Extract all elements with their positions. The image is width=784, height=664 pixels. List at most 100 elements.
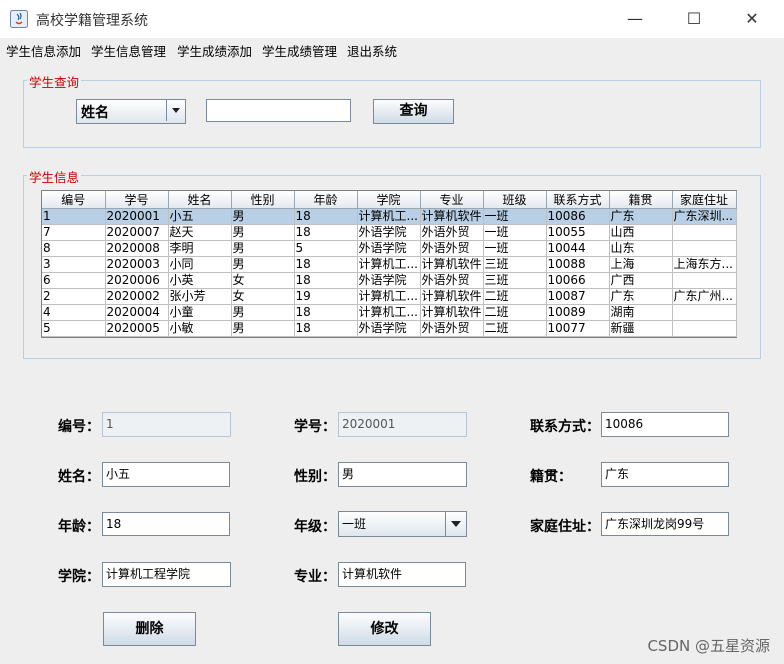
table-cell: 湖南: [609, 304, 673, 321]
table-cell: 外语外贸: [420, 240, 484, 257]
table-cell: 18: [294, 208, 358, 225]
title-bar: 高校学籍管理系统 — ☐ ✕: [0, 0, 784, 38]
menu-student-add[interactable]: 学生信息添加: [6, 41, 81, 60]
table-cell: 男: [231, 224, 295, 241]
column-header[interactable]: 编号: [42, 191, 106, 209]
native-label: 籍贯：: [530, 469, 572, 485]
table-row[interactable]: 4 2020004 小童男 18 计算机工... 计算机软件 二班 10089 湖南: [42, 304, 737, 321]
table-cell: 18: [294, 320, 358, 337]
close-button[interactable]: ✕: [729, 6, 775, 32]
grade-label: 年级：: [294, 519, 336, 535]
column-header[interactable]: 专业: [420, 191, 484, 209]
table-cell: 小英: [168, 272, 232, 289]
table-row[interactable]: 7 2020007 赵天男 18 外语学院 外语外贸 一班 10055 山西: [42, 224, 737, 241]
table-cell: 2020001: [105, 208, 169, 225]
table-cell: 山西: [609, 224, 673, 241]
table-cell: 小同: [168, 256, 232, 273]
column-header[interactable]: 家庭住址: [672, 191, 737, 209]
column-header[interactable]: 性别: [231, 191, 295, 209]
table-cell: 计算机工...: [357, 304, 421, 321]
table-cell: 小童: [168, 304, 232, 321]
age-field[interactable]: 18: [102, 512, 230, 536]
table-cell: 广东深圳...: [672, 208, 737, 225]
column-header[interactable]: 姓名: [168, 191, 232, 209]
table-cell: 小敏: [168, 320, 232, 337]
table-cell: 外语外贸: [420, 320, 484, 337]
table-cell: 2020002: [105, 288, 169, 305]
query-button[interactable]: 查询: [373, 99, 454, 124]
table-cell: 10044: [546, 240, 610, 257]
table-cell: 外语学院: [357, 224, 421, 241]
query-input[interactable]: [206, 99, 351, 122]
table-cell: 10077: [546, 320, 610, 337]
table-cell: 计算机工...: [357, 208, 421, 225]
grade-select[interactable]: 一班: [338, 511, 467, 537]
table-cell: 上海: [609, 256, 673, 273]
table-cell: 男: [231, 240, 295, 257]
table-cell: 男: [231, 320, 295, 337]
table-cell: [672, 304, 737, 321]
college-field[interactable]: 计算机工程学院: [102, 562, 231, 587]
table-cell: 三班: [483, 256, 547, 273]
table-cell: 计算机软件: [420, 256, 484, 273]
table-cell: 男: [231, 256, 295, 273]
column-header[interactable]: 年龄: [294, 191, 358, 209]
table-row[interactable]: 6 2020006 小英女 18 外语学院 外语外贸 三班 10066 广西: [42, 272, 737, 289]
menu-score-add[interactable]: 学生成绩添加: [177, 41, 252, 60]
major-field[interactable]: 计算机软件: [338, 562, 466, 587]
table-cell: 女: [231, 288, 295, 305]
table-row[interactable]: 5 2020005 小敏男 18 外语学院 外语外贸 二班 10077 新疆: [42, 320, 737, 337]
table-cell: 外语学院: [357, 240, 421, 257]
table-cell: 5: [42, 320, 106, 337]
menu-exit[interactable]: 退出系统: [347, 41, 397, 60]
name-label: 姓名：: [58, 469, 100, 485]
table-cell: 女: [231, 272, 295, 289]
table-row[interactable]: 3 2020003 小同男 18 计算机工... 计算机软件 三班 10088 上海 上海东方..…: [42, 256, 737, 273]
table-cell: 2020004: [105, 304, 169, 321]
column-header[interactable]: 籍贯: [609, 191, 673, 209]
sno-field[interactable]: 2020001: [338, 412, 467, 437]
phone-field[interactable]: 10086: [601, 412, 729, 437]
table-cell: 8: [42, 240, 106, 257]
table-cell: 一班: [483, 224, 547, 241]
menu-score-manage[interactable]: 学生成绩管理: [262, 41, 337, 60]
table-cell: 广东: [609, 208, 673, 225]
sno-label: 学号：: [294, 419, 336, 435]
maximize-button[interactable]: ☐: [671, 6, 717, 32]
column-header[interactable]: 联系方式: [546, 191, 610, 209]
table-cell: 计算机软件: [420, 288, 484, 305]
table-cell: 计算机工...: [357, 256, 421, 273]
table-cell: 广西: [609, 272, 673, 289]
menu-student-manage[interactable]: 学生信息管理: [91, 41, 166, 60]
query-legend: 学生查询: [27, 72, 82, 91]
table-cell: 二班: [483, 320, 547, 337]
name-field[interactable]: 小五: [102, 462, 230, 487]
grade-value: 一班: [342, 517, 367, 531]
table-cell: 1: [42, 208, 106, 225]
column-header[interactable]: 学院: [357, 191, 421, 209]
column-header[interactable]: 班级: [483, 191, 547, 209]
table-cell: 外语外贸: [420, 224, 484, 241]
table-cell: 广东: [609, 288, 673, 305]
table-row[interactable]: 2 2020002 张小芳女 19 计算机工... 计算机软件 二班 10087 广东 广东广州.…: [42, 288, 737, 305]
query-field-select[interactable]: 姓名: [76, 99, 186, 124]
student-table[interactable]: 编号 学号 姓名 性别 年龄 学院 专业 班级 联系方式 籍贯 家庭住址 1 2020001 小五男 18…: [41, 190, 737, 338]
table-cell: 计算机工...: [357, 288, 421, 305]
info-legend: 学生信息: [27, 167, 82, 186]
minimize-button[interactable]: —: [612, 6, 658, 32]
table-cell: 男: [231, 208, 295, 225]
chevron-down-icon: [166, 100, 185, 121]
table-cell: 外语学院: [357, 272, 421, 289]
native-field[interactable]: 广东: [601, 462, 729, 487]
column-header[interactable]: 学号: [105, 191, 169, 209]
delete-button[interactable]: 删除: [103, 612, 196, 646]
table-cell: 赵天: [168, 224, 232, 241]
gender-field[interactable]: 男: [338, 462, 467, 487]
table-cell: 2020008: [105, 240, 169, 257]
table-row[interactable]: 1 2020001 小五男 18 计算机工... 计算机软件 一班 10086 广东 广东深圳..…: [42, 208, 737, 225]
id-field[interactable]: 1: [102, 412, 231, 437]
address-field[interactable]: 广东深圳龙岗99号: [601, 512, 729, 536]
table-row[interactable]: 8 2020008 李明男 5 外语学院 外语外贸 一班 10044 山东: [42, 240, 737, 257]
java-app-icon: [10, 10, 28, 28]
modify-button[interactable]: 修改: [338, 612, 431, 646]
